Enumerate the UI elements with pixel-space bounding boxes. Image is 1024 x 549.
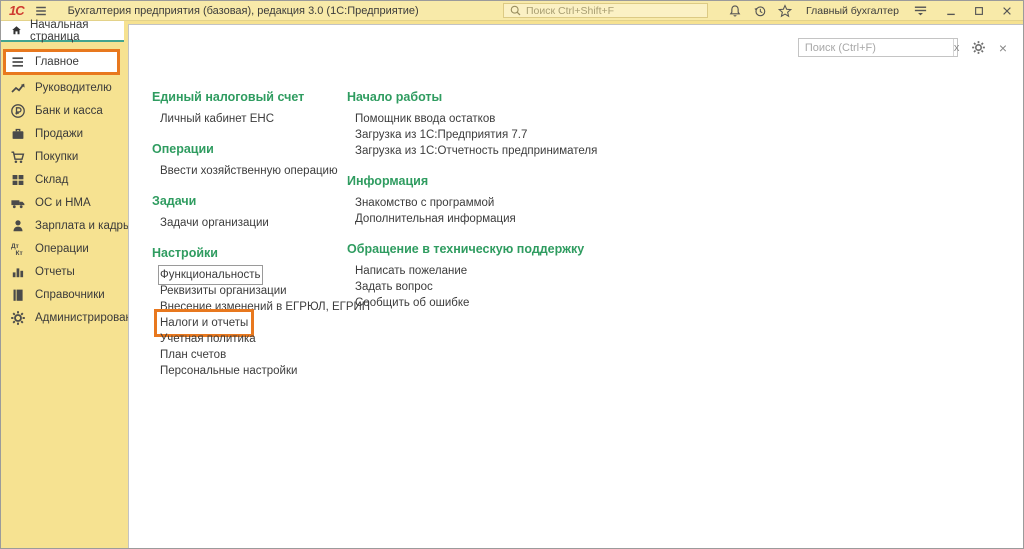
sidebar-item-operatsii[interactable]: ДтКт Операции — [1, 237, 128, 260]
minimize-button[interactable] — [943, 3, 959, 19]
section-title: Обращение в техническую поддержку — [347, 242, 597, 256]
sidebar-item-label: Банк и касса — [35, 105, 103, 117]
content-column-left: Единый налоговый счет Личный кабинет ЕНС… — [152, 90, 370, 394]
section-nachalo-raboty: Начало работы Помощник ввода остатков За… — [347, 90, 597, 159]
sidebar-item-rukovoditelyu[interactable]: Руководителю — [1, 76, 128, 99]
tab-home-page[interactable]: Начальная страница — [1, 21, 124, 42]
sidebar-item-os-i-nma[interactable]: ОС и НМА — [1, 191, 128, 214]
notifications-bell-icon[interactable] — [727, 3, 743, 19]
boxes-grid-icon — [10, 172, 26, 188]
sidebar-item-label: Зарплата и кадры — [35, 220, 131, 232]
link-zagruzka-iz-otchetnost[interactable]: Загрузка из 1С:Отчетность предпринимател… — [355, 143, 597, 159]
link-pomoshchnik-vvoda-ostatkov[interactable]: Помощник ввода остатков — [355, 111, 495, 127]
current-user-label[interactable]: Главный бухгалтер — [806, 5, 899, 17]
service-menu-icon[interactable] — [912, 3, 928, 19]
maximize-button[interactable] — [971, 3, 987, 19]
debit-credit-icon: ДтКт — [10, 241, 26, 257]
app-window: 1С Бухгалтерия предприятия (базовая), ре… — [0, 0, 1024, 549]
page-search-clear-icon[interactable]: x — [953, 39, 960, 56]
section-title: Задачи — [152, 194, 370, 208]
link-zagruzka-iz-77[interactable]: Загрузка из 1С:Предприятия 7.7 — [355, 127, 527, 143]
sidebar-item-label: Справочники — [35, 289, 105, 301]
sidebar-item-label: Главное — [35, 56, 79, 68]
menu-lines-icon — [10, 54, 26, 70]
left-panel: Начальная страница Главное Руководителю … — [1, 21, 128, 548]
section-zadachi: Задачи Задачи организации — [152, 194, 370, 231]
section-operatsii: Операции Ввести хозяйственную операцию — [152, 142, 370, 179]
sidebar-item-zarplata-i-kadry[interactable]: Зарплата и кадры — [1, 214, 128, 237]
sidebar-item-label: Руководителю — [35, 82, 112, 94]
link-rekvizity-organizatsii[interactable]: Реквизиты организации — [160, 283, 287, 299]
link-soobshchit-ob-oshibke[interactable]: Сообщить об ошибке — [355, 295, 469, 311]
truck-icon — [10, 195, 26, 211]
titlebar: 1С Бухгалтерия предприятия (базовая), ре… — [1, 1, 1023, 21]
link-zadat-vopros[interactable]: Задать вопрос — [355, 279, 433, 295]
page-settings-gear-icon[interactable] — [971, 40, 986, 55]
close-button[interactable] — [999, 3, 1015, 19]
section-title: Единый налоговый счет — [152, 90, 370, 104]
page-search: x — [798, 38, 958, 57]
sidebar-item-label: Отчеты — [35, 266, 75, 278]
link-dopolnitelnaya-informatsiya[interactable]: Дополнительная информация — [355, 211, 516, 227]
link-zadachi-organizatsii[interactable]: Задачи организации — [160, 215, 269, 231]
sidebar-item-prodazhi[interactable]: Продажи — [1, 122, 128, 145]
tab-home-label: Начальная страница — [30, 19, 124, 43]
sidebar-item-label: ОС и НМА — [35, 197, 91, 209]
global-search-placeholder: Поиск Ctrl+Shift+F — [526, 5, 614, 17]
link-plan-schetov[interactable]: План счетов — [160, 347, 226, 363]
sidebar-item-bank-i-kassa[interactable]: Банк и касса — [1, 99, 128, 122]
gear-icon — [10, 310, 26, 326]
link-personalnye-nastroiki[interactable]: Персональные настройки — [160, 363, 297, 379]
link-uchetnaya-politika[interactable]: Учетная политика — [160, 331, 256, 347]
search-icon — [509, 4, 522, 17]
favorites-star-icon[interactable] — [777, 3, 793, 19]
link-lichnyi-kabinet-ens[interactable]: Личный кабинет ЕНС — [160, 111, 274, 127]
sidebar-item-label: Склад — [35, 174, 68, 186]
sidebar-item-label: Операции — [35, 243, 89, 255]
ruble-circle-icon — [10, 103, 26, 119]
home-icon — [11, 24, 22, 37]
page-search-input[interactable] — [799, 39, 953, 56]
link-vvesti-khoz-operatsiyu[interactable]: Ввести хозяйственную операцию — [160, 163, 338, 179]
bar-chart-icon — [10, 264, 26, 280]
svg-text:Дт: Дт — [11, 243, 19, 250]
sidebar-item-label: Покупки — [35, 151, 78, 163]
link-funktsionalnost[interactable]: Функциональность — [160, 267, 261, 283]
book-icon — [10, 287, 26, 303]
window-title: Бухгалтерия предприятия (базовая), редак… — [68, 5, 419, 17]
link-znakomstvo-s-programmoi[interactable]: Знакомство с программой — [355, 195, 494, 211]
section-title: Операции — [152, 142, 370, 156]
sidebar-item-otchety[interactable]: Отчеты — [1, 260, 128, 283]
sidebar-item-administrirovanie[interactable]: Администрирование — [1, 306, 128, 329]
section-nastroiki: Настройки Функциональность Реквизиты орг… — [152, 246, 370, 379]
sidebar-item-sklad[interactable]: Склад — [1, 168, 128, 191]
link-nalogi-i-otchety[interactable]: Налоги и отчеты — [160, 315, 248, 331]
sidebar-item-glavnoe[interactable]: Главное — [3, 49, 120, 75]
section-ens: Единый налоговый счет Личный кабинет ЕНС — [152, 90, 370, 127]
sidebar-item-label: Продажи — [35, 128, 83, 140]
person-icon — [10, 218, 26, 234]
briefcase-icon — [10, 126, 26, 142]
content-column-right: Начало работы Помощник ввода остатков За… — [347, 90, 597, 326]
sidebar: Главное Руководителю Банк и касса Продаж… — [1, 45, 128, 548]
link-napisat-pozhelanie[interactable]: Написать пожелание — [355, 263, 467, 279]
global-search-input[interactable]: Поиск Ctrl+Shift+F — [503, 3, 708, 18]
page-close-icon[interactable]: × — [999, 40, 1007, 56]
home-page-panel: x × Единый налоговый счет Личный кабинет… — [128, 24, 1023, 548]
trend-arrow-icon — [10, 80, 26, 96]
history-icon[interactable] — [752, 3, 768, 19]
section-title: Начало работы — [347, 90, 597, 104]
sidebar-item-spravochniki[interactable]: Справочники — [1, 283, 128, 306]
main-menu-icon[interactable] — [33, 3, 49, 19]
1c-logo: 1С — [9, 3, 24, 18]
cart-icon — [10, 149, 26, 165]
link-vnesenie-izmenenii-egrul[interactable]: Внесение изменений в ЕГРЮЛ, ЕГРИП — [160, 299, 370, 315]
content-toolbar: x × — [798, 38, 1007, 57]
section-title: Информация — [347, 174, 597, 188]
section-tekhpodderzhka: Обращение в техническую поддержку Написа… — [347, 242, 597, 311]
svg-text:Кт: Кт — [16, 250, 23, 257]
section-title: Настройки — [152, 246, 370, 260]
section-informatsiya: Информация Знакомство с программой Допол… — [347, 174, 597, 227]
sidebar-item-pokupki[interactable]: Покупки — [1, 145, 128, 168]
